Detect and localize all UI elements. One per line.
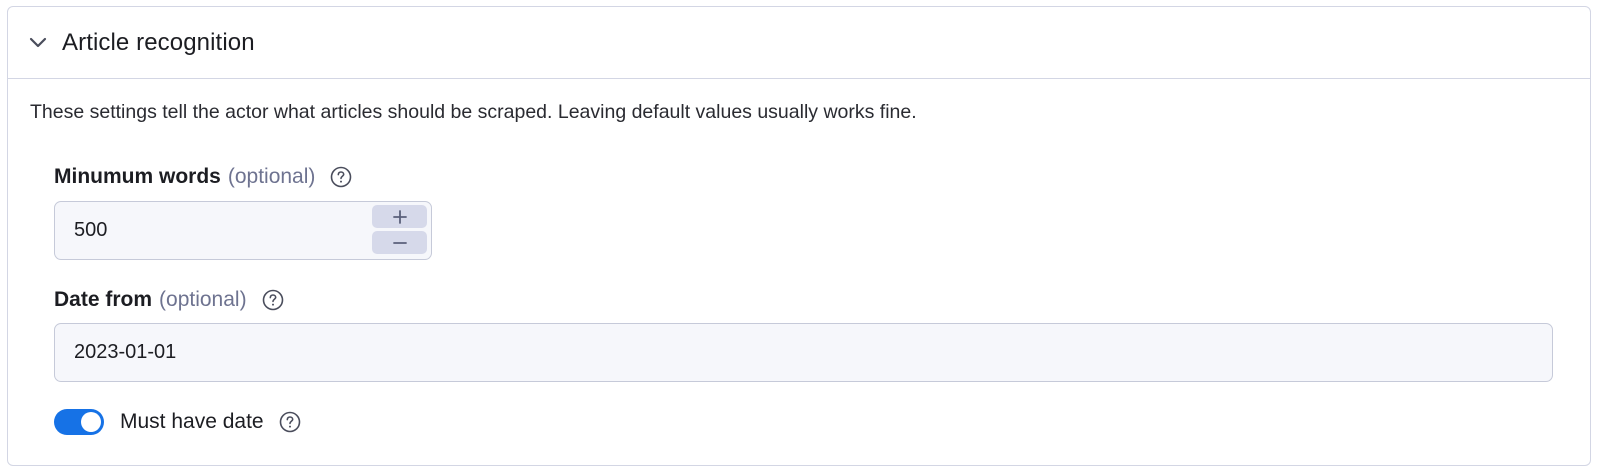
increment-button[interactable] — [372, 205, 427, 228]
optional-tag: (optional) — [159, 288, 247, 311]
min-words-label-text: Minumum words — [54, 165, 221, 188]
chevron-down-icon[interactable] — [28, 33, 48, 53]
toggle-knob — [81, 412, 101, 432]
min-words-stepper[interactable] — [54, 201, 432, 260]
must-have-date-row: Must have date — [54, 409, 301, 435]
decrement-button[interactable] — [372, 231, 427, 254]
question-circle-icon[interactable] — [262, 289, 284, 311]
must-have-date-label: Must have date — [120, 410, 264, 433]
date-from-field[interactable] — [54, 323, 1553, 382]
question-circle-icon[interactable] — [279, 411, 301, 433]
plus-icon — [392, 209, 407, 224]
section-title: Article recognition — [62, 28, 255, 56]
date-from-input[interactable] — [55, 323, 1552, 382]
min-words-label: Minumum words (optional) — [54, 165, 352, 189]
minus-icon — [392, 241, 407, 244]
date-from-label-text: Date from — [54, 288, 153, 311]
section-description: These settings tell the actor what artic… — [30, 101, 917, 123]
section-header[interactable]: Article recognition — [8, 7, 1590, 79]
date-from-label: Date from (optional) — [54, 288, 284, 312]
question-circle-icon[interactable] — [330, 166, 352, 188]
optional-tag: (optional) — [227, 165, 316, 188]
must-have-date-toggle[interactable] — [54, 409, 104, 435]
stepper-controls — [372, 205, 427, 254]
